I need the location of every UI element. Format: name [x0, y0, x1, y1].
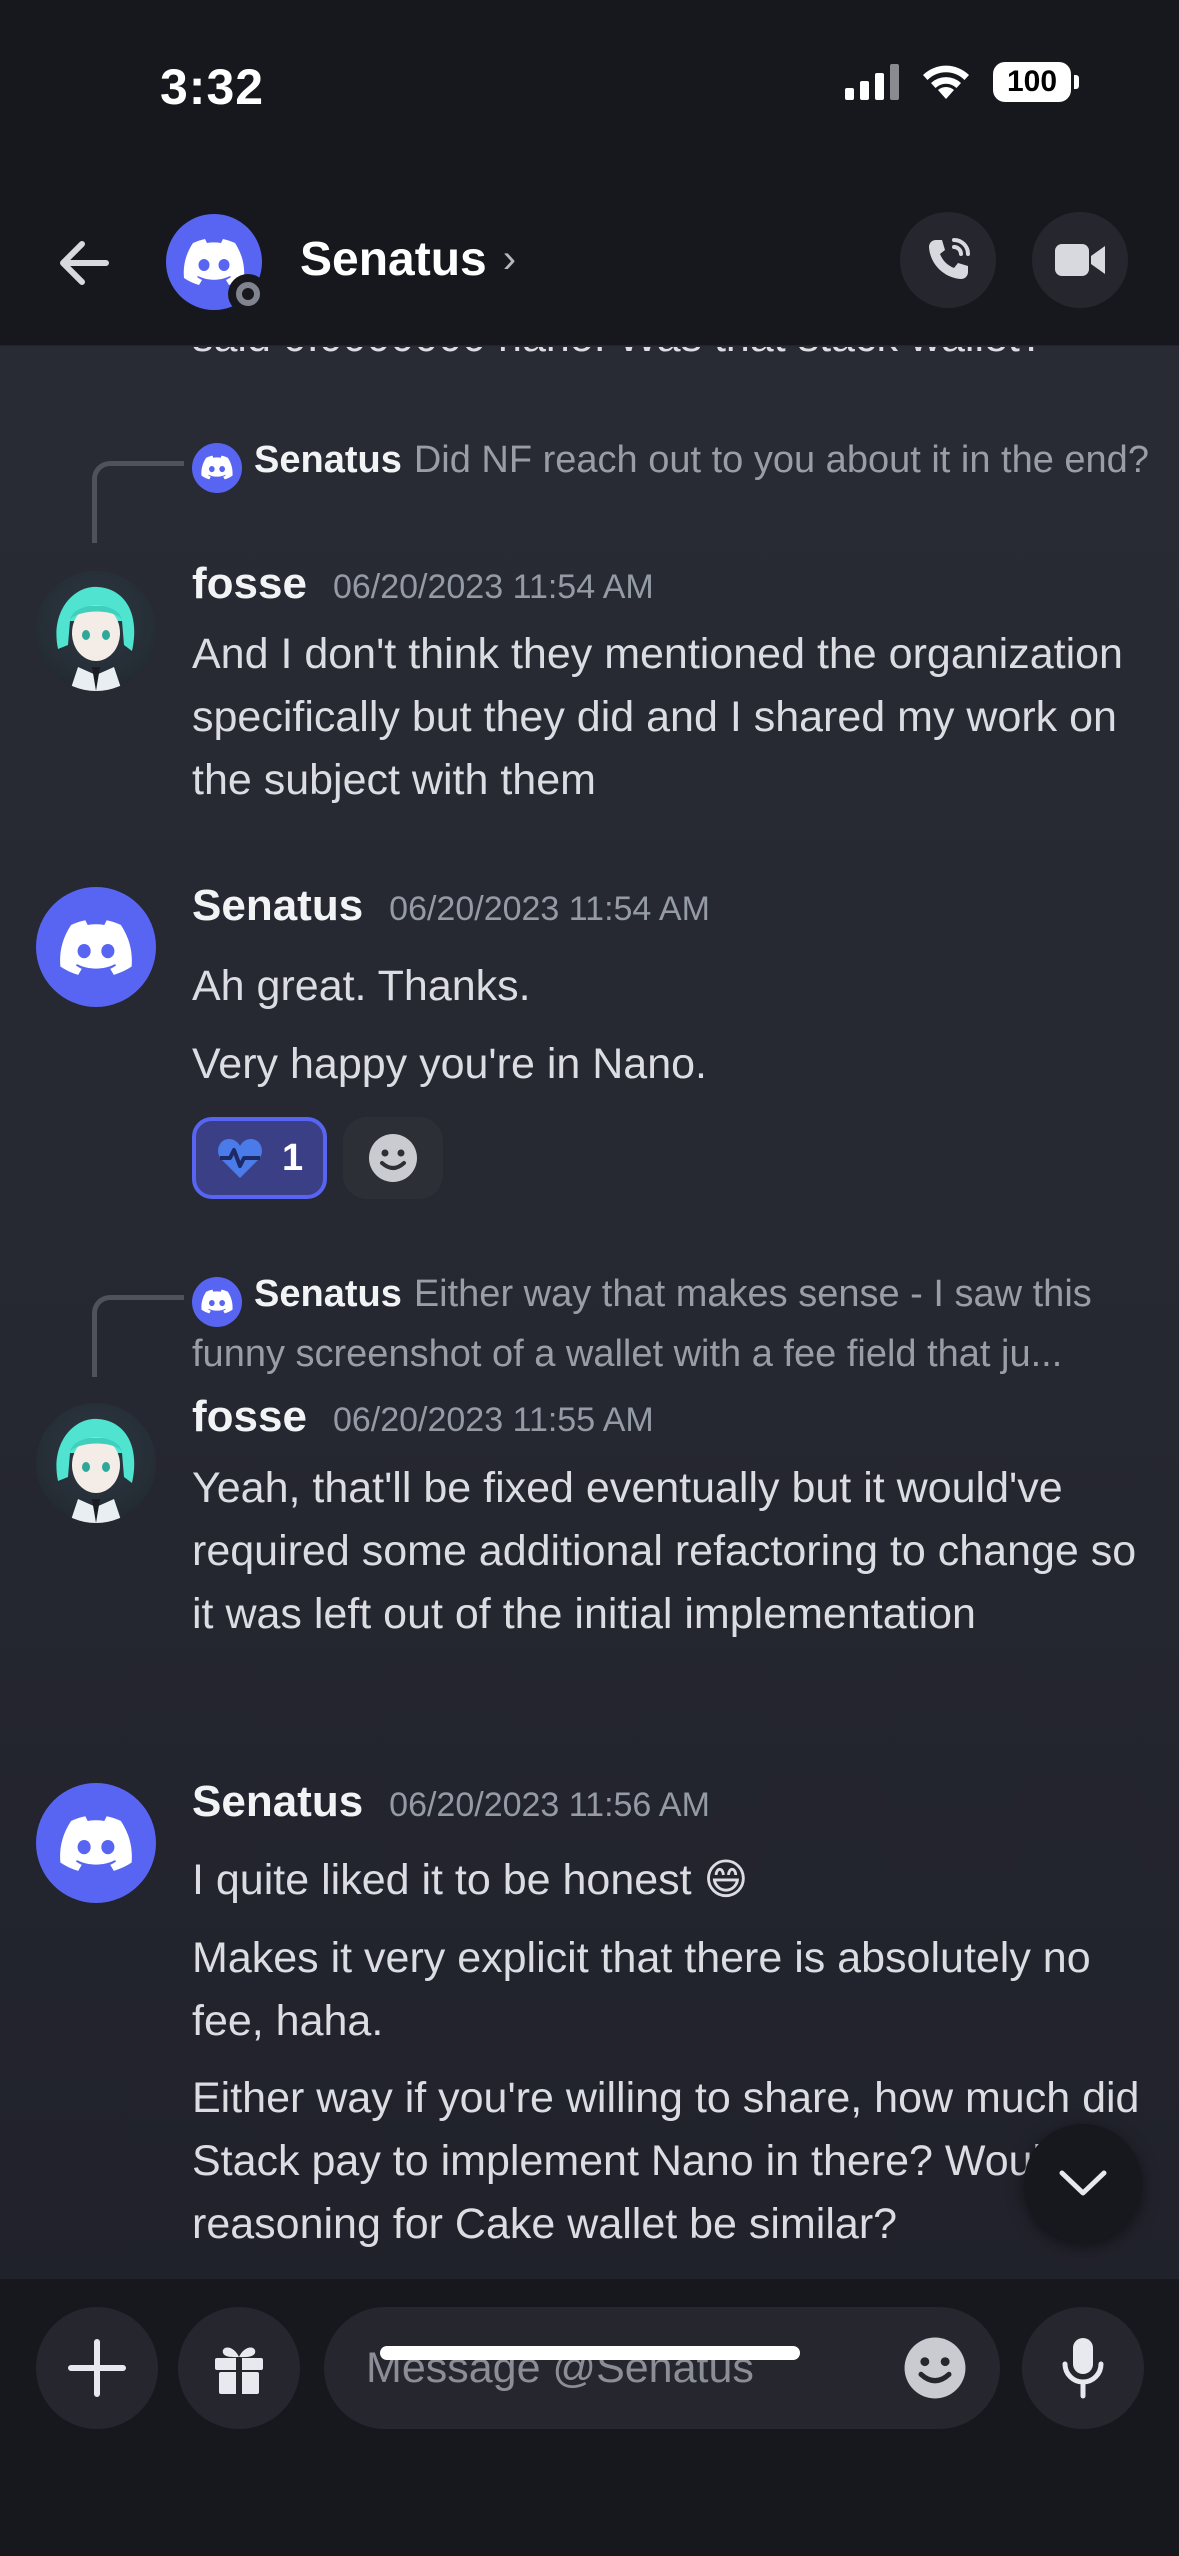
message-author[interactable]: Senatus [192, 881, 363, 931]
reply-preview[interactable]: Senatus Did NF reach out to you about it … [92, 433, 1152, 543]
discord-logo-icon [60, 1815, 132, 1871]
discord-logo-icon [60, 919, 132, 975]
user-avatar[interactable] [36, 887, 156, 1007]
message-text[interactable]: Yeah, that'll be fixed eventually but it… [192, 1457, 1152, 1646]
message-input[interactable] [324, 2307, 1000, 2429]
smiley-icon [369, 1134, 418, 1182]
header-title[interactable]: Senatus › [300, 232, 516, 287]
reply-author: Senatus [254, 1273, 402, 1315]
message-composer [0, 2279, 1179, 2556]
reply-text: Did NF reach out to you about it in the … [413, 439, 1149, 481]
battery-level: 100 [993, 62, 1071, 102]
gift-button[interactable] [178, 2307, 300, 2429]
clock: 3:32 [160, 59, 265, 115]
user-avatar[interactable] [36, 1403, 156, 1523]
back-arrow-icon[interactable] [50, 228, 120, 298]
header-title-text: Senatus [300, 233, 487, 286]
phone-icon [929, 238, 970, 279]
reaction-count: 1 [282, 1136, 304, 1179]
plus-icon [68, 2339, 126, 2397]
message-author[interactable]: fosse [192, 559, 307, 609]
wifi-icon [923, 65, 969, 99]
status-icons: 100 [845, 62, 1079, 102]
battery-icon: 100 [993, 62, 1079, 102]
message-header: Senatus 06/20/2023 11:54 AM [192, 881, 710, 931]
cellular-signal-icon [845, 64, 899, 100]
voice-call-button[interactable] [900, 212, 996, 308]
reaction-button[interactable]: 1 [192, 1117, 328, 1199]
attach-button[interactable] [36, 2307, 158, 2429]
partial-message-text: said 0.0000000 nano. Was that stack wall… [192, 347, 1044, 362]
anime-avatar-icon [56, 586, 135, 691]
video-camera-icon [1055, 244, 1105, 276]
voice-message-button[interactable] [1022, 2307, 1144, 2429]
header-avatar[interactable] [166, 214, 268, 314]
microphone-icon [1062, 2338, 1104, 2399]
discord-logo-icon [201, 455, 233, 480]
home-indicator[interactable] [380, 2346, 800, 2360]
message-text[interactable]: I quite liked it to be honest 😄 [192, 1849, 1152, 1912]
reply-author: Senatus [254, 439, 402, 481]
user-avatar[interactable] [36, 1783, 156, 1903]
reply-avatar [192, 1276, 242, 1327]
message-author[interactable]: Senatus [192, 1777, 363, 1827]
jump-to-bottom-button[interactable] [1024, 2124, 1142, 2242]
message-text[interactable]: Makes it very explicit that there is abs… [192, 1927, 1152, 2053]
chat-header: Senatus › [0, 180, 1179, 346]
anime-avatar-icon [56, 1418, 135, 1523]
status-bar: 3:32 100 [0, 0, 1179, 180]
offline-status-icon [228, 274, 268, 314]
video-call-button[interactable] [1032, 212, 1128, 308]
message-timestamp: 06/20/2023 11:56 AM [389, 1786, 710, 1824]
message-timestamp: 06/20/2023 11:54 AM [389, 890, 710, 928]
message-timestamp: 06/20/2023 11:54 AM [332, 568, 654, 606]
blue-heart-icon [218, 1139, 262, 1178]
message-timestamp: 06/20/2023 11:55 AM [332, 1401, 654, 1439]
user-avatar[interactable] [36, 571, 156, 691]
message-header: fosse 06/20/2023 11:54 AM [192, 559, 654, 609]
reply-avatar [192, 442, 242, 493]
message-text[interactable]: Either way if you're willing to share, h… [192, 2067, 1152, 2256]
message-text[interactable]: And I don't think they mentioned the org… [192, 623, 1152, 812]
message-text[interactable]: Ah great. Thanks. [192, 955, 1152, 1018]
emoji-picker-icon[interactable] [902, 2335, 968, 2401]
chevron-down-icon [1059, 2170, 1107, 2196]
reply-preview[interactable]: Senatus Either way that makes sense - I s… [92, 1267, 1152, 1381]
discord-logo-icon [201, 1289, 233, 1314]
message-header: fosse 06/20/2023 11:55 AM [192, 1392, 654, 1442]
reaction-bar: 1 [192, 1117, 444, 1199]
chevron-right-icon: › [502, 237, 517, 281]
add-reaction-button[interactable] [343, 1117, 444, 1199]
gift-icon [215, 2347, 263, 2394]
message-list[interactable]: said 0.0000000 nano. Was that stack wall… [0, 347, 1179, 2279]
message-author[interactable]: fosse [192, 1392, 307, 1442]
message-text[interactable]: Very happy you're in Nano. [192, 1033, 1152, 1096]
message-header: Senatus 06/20/2023 11:56 AM [192, 1777, 710, 1827]
